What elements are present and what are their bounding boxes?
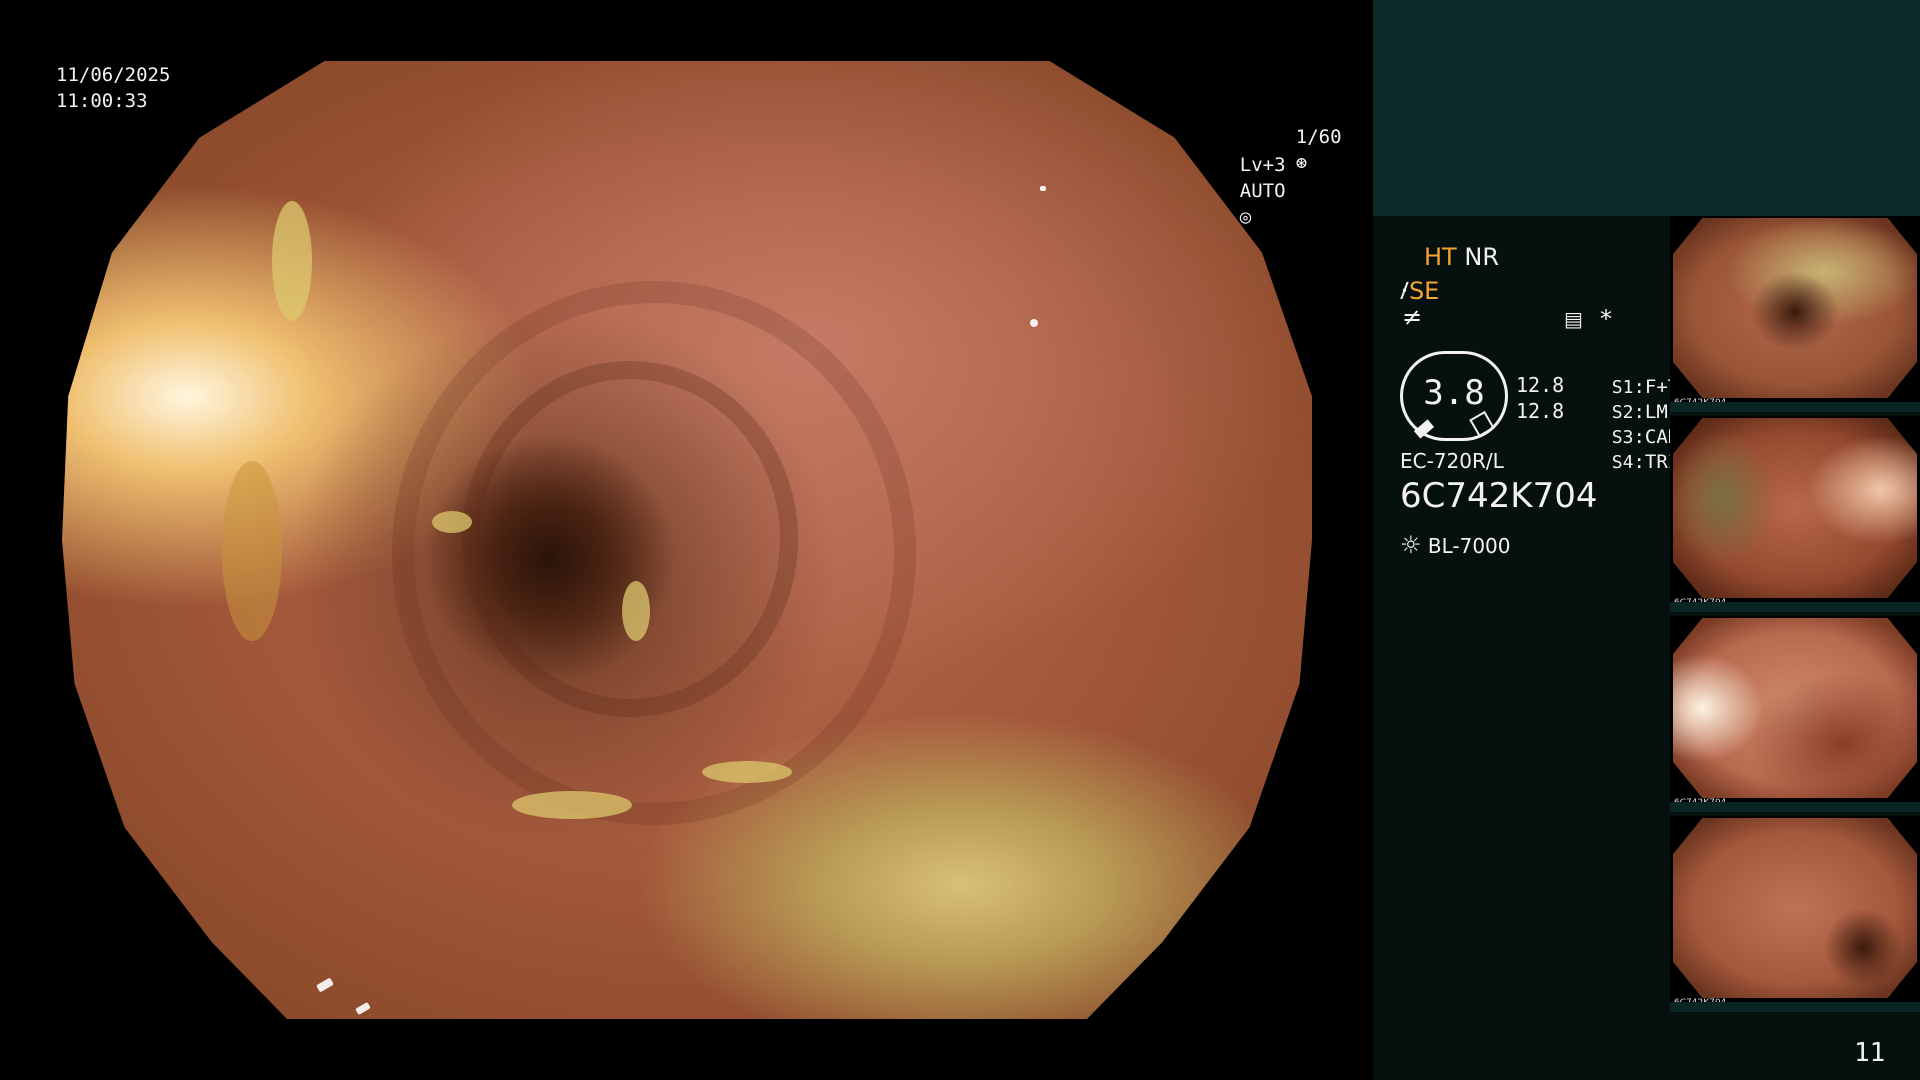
thumbnail-status-bar [1670, 802, 1920, 812]
scope-hand-icon: ⹊ [1400, 277, 1409, 305]
exposure-level: Lv+3 [1239, 154, 1286, 176]
aperture-icon: ⊛ [1295, 152, 1308, 174]
capture-date: 11/06/2025 [56, 64, 171, 86]
debris-spot [222, 461, 282, 641]
capture-time: 11:00:33 [56, 90, 148, 112]
thumbnail-image [1673, 818, 1917, 998]
settings-doc-icon: ▤ [1564, 307, 1583, 331]
debris-spot [702, 761, 792, 783]
light-reflection [316, 977, 334, 993]
nr-indicator: NR [1464, 243, 1499, 271]
image-count: 11 [1854, 1038, 1886, 1068]
level-readout-top: 12.8 [1516, 373, 1565, 397]
thumbnail-image [1673, 218, 1917, 398]
light-source-model: BL-7000 [1427, 534, 1511, 558]
switch-key: S4 [1611, 452, 1634, 473]
se-indicator: SE [1408, 277, 1440, 305]
endoscope-live-view [62, 61, 1312, 1019]
debris-spot [512, 791, 632, 819]
light-reflection [355, 1001, 371, 1016]
thumbnail-status-bar [1670, 402, 1920, 412]
light-source: ☼ BL-7000 [1400, 531, 1511, 559]
captured-thumbnail[interactable]: 6C742K704 [1670, 416, 1920, 612]
thumbnail-image [1673, 418, 1917, 598]
captured-thumbnail[interactable]: 6C742K704 [1670, 816, 1920, 1012]
debris-spot [272, 201, 312, 321]
mucosal-fold [392, 281, 916, 825]
enhancement-row: HT NR [1424, 243, 1499, 271]
shutter-value: 1/60 [1295, 126, 1342, 148]
debris-spot [432, 511, 472, 533]
debris-spot [622, 581, 650, 641]
thumbnail-status-bar [1670, 602, 1920, 612]
exposure-mode: AUTO [1239, 180, 1286, 202]
zoom-dial: 3.8 [1400, 351, 1508, 441]
asterisk-indicator: * [1600, 305, 1612, 333]
endoscopy-screen: 11/06/2025 11:00:33 1/60 ⊛ Lv+3 AUTO ◎ H… [0, 0, 1920, 1080]
captured-thumbnail[interactable]: 6C742K704 [1670, 616, 1920, 812]
thumbnail-image [1673, 618, 1917, 798]
light-reflection [1030, 319, 1038, 327]
light-reflection [1040, 186, 1046, 191]
scope-serial: 6C742K704 [1400, 476, 1598, 516]
ht-indicator: HT [1424, 243, 1457, 271]
dial-marker [1413, 419, 1435, 439]
captured-thumbnail[interactable]: 6C742K704 [1670, 216, 1920, 412]
panel-header-area [1373, 0, 1920, 216]
dial-value: 3.8 [1423, 373, 1485, 413]
iris-icon: ◎ [1239, 206, 1252, 228]
thumbnail-status-bar [1670, 1002, 1920, 1012]
level-readout-bottom: 12.8 [1516, 399, 1565, 423]
sun-icon: ☼ [1400, 531, 1422, 559]
not-equal-icon: ≠ [1402, 303, 1423, 331]
scope-model: EC-720R/L [1400, 449, 1504, 473]
exposure-readout: Lv+3 AUTO ◎ [1194, 126, 1286, 256]
